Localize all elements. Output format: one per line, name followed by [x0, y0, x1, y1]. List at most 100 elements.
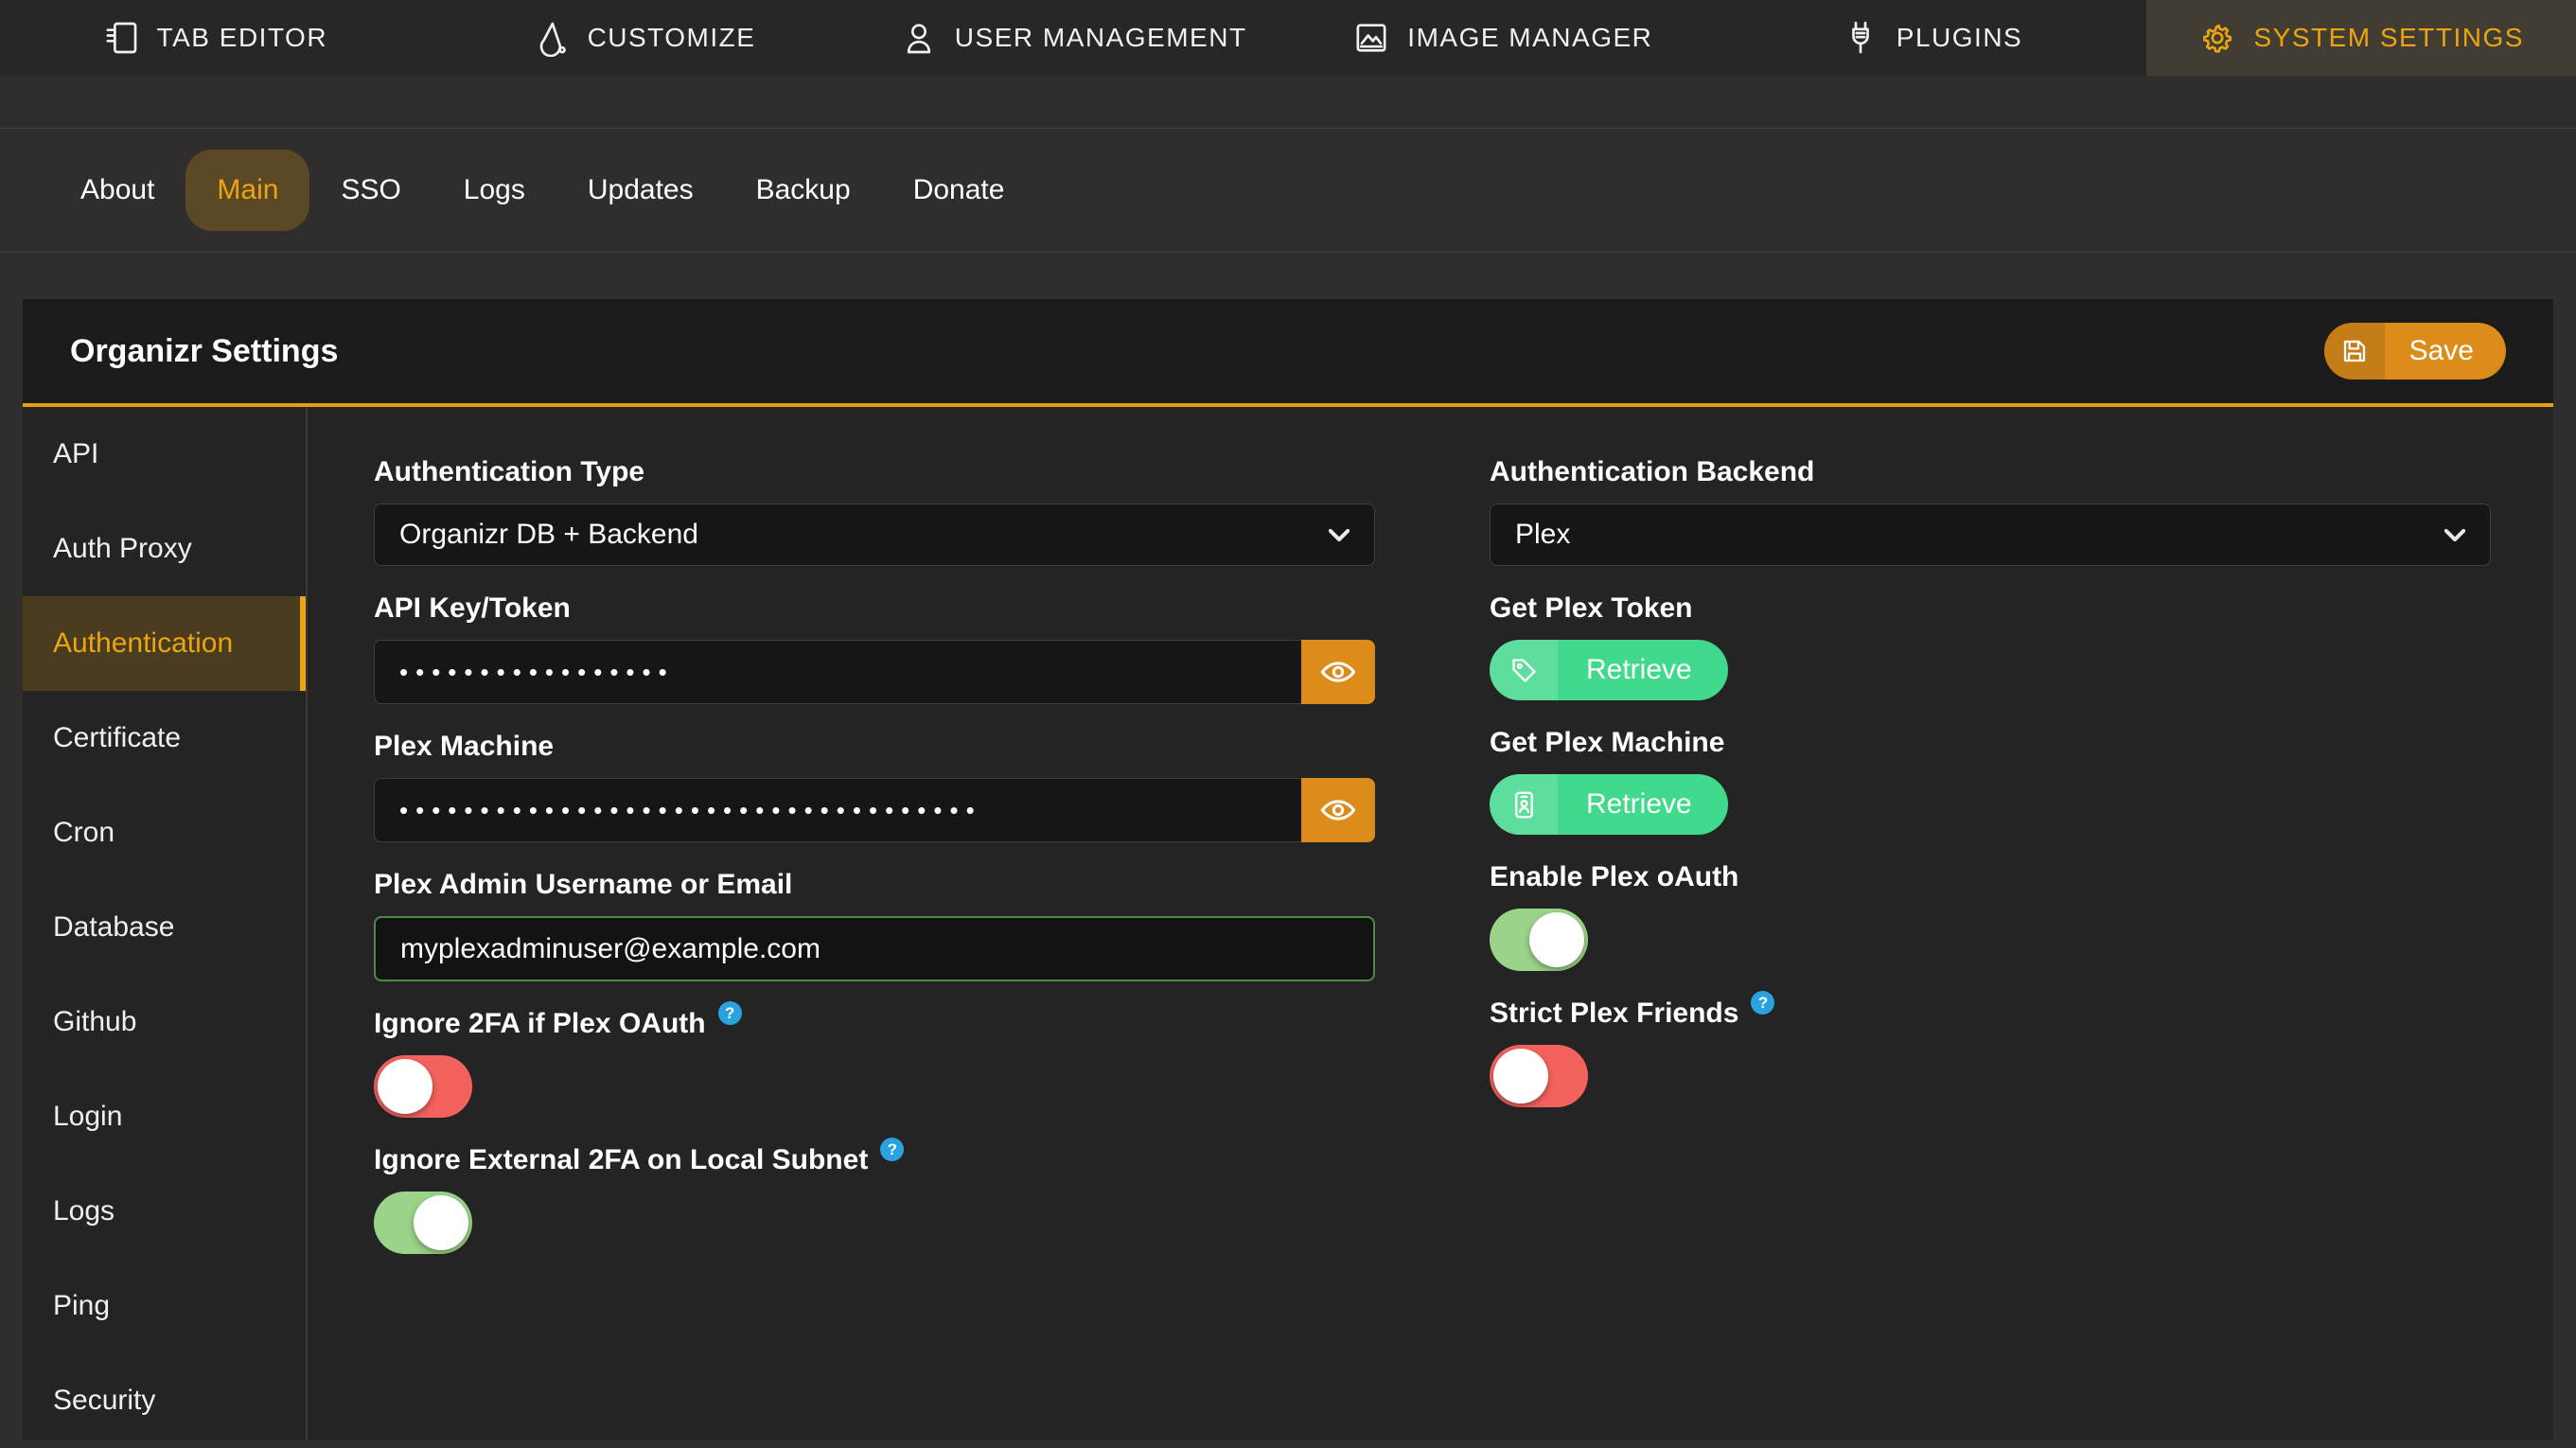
select-value: Organizr DB + Backend: [399, 519, 698, 551]
page-title: Organizr Settings: [70, 333, 338, 370]
subnav-updates[interactable]: Updates: [556, 150, 725, 231]
nav-tab-editor[interactable]: TAB EDITOR: [0, 0, 430, 76]
ignore-external-2fa-group: Ignore External 2FA on Local Subnet ?: [374, 1144, 1375, 1254]
plug-icon: [1842, 19, 1879, 57]
plex-machine-input[interactable]: [374, 778, 1301, 842]
label-text: Enable Plex oAuth: [1490, 861, 1738, 893]
sidebar-item-label: Cron: [53, 817, 115, 849]
strict-plex-friends-group: Strict Plex Friends ?: [1490, 998, 2491, 1107]
image-icon: [1352, 19, 1390, 57]
auth-backend-label: Authentication Backend: [1490, 456, 2491, 488]
save-button[interactable]: Save: [2324, 323, 2506, 380]
eye-icon: [1318, 652, 1358, 692]
nav-label: PLUGINS: [1897, 23, 2022, 53]
sidebar-item-login[interactable]: Login: [23, 1069, 306, 1164]
api-key-input[interactable]: [374, 640, 1301, 704]
auth-backend-group: Authentication Backend Plex: [1490, 456, 2491, 566]
plex-machine-row: [374, 778, 1375, 842]
label-text: Strict Plex Friends: [1490, 998, 1738, 1030]
sidebar-item-label: Auth Proxy: [53, 533, 192, 565]
enable-plex-oauth-toggle[interactable]: [1490, 909, 1588, 971]
subnav-about[interactable]: About: [49, 150, 185, 231]
auth-type-label: Authentication Type: [374, 456, 1375, 488]
select-value: Plex: [1515, 519, 1570, 551]
plex-machine-label: Plex Machine: [374, 731, 1375, 763]
sidebar-item-cron[interactable]: Cron: [23, 786, 306, 880]
help-icon[interactable]: ?: [1751, 991, 1774, 1015]
nav-image-manager[interactable]: IMAGE MANAGER: [1288, 0, 1718, 76]
label-text: Get Plex Token: [1490, 592, 1693, 625]
authentication-settings-form: Authentication Type Organizr DB + Backen…: [308, 407, 2553, 1440]
api-key-group: API Key/Token: [374, 592, 1375, 704]
enable-plex-oauth-label: Enable Plex oAuth: [1490, 861, 2491, 893]
ignore-2fa-oauth-label: Ignore 2FA if Plex OAuth ?: [374, 1008, 1375, 1040]
nav-plugins[interactable]: PLUGINS: [1718, 0, 2147, 76]
auth-type-select[interactable]: Organizr DB + Backend: [374, 503, 1375, 566]
ignore-external-2fa-label: Ignore External 2FA on Local Subnet ?: [374, 1144, 1375, 1176]
panel-header: Organizr Settings Save: [23, 299, 2553, 407]
sidebar-item-database[interactable]: Database: [23, 880, 306, 975]
sidebar-item-label: Database: [53, 911, 174, 944]
help-icon[interactable]: ?: [880, 1138, 904, 1161]
id-badge-icon: [1490, 774, 1558, 835]
get-plex-token-group: Get Plex Token Retrieve: [1490, 592, 2491, 700]
auth-backend-select[interactable]: Plex: [1490, 503, 2491, 566]
sidebar-item-label: Security: [53, 1385, 155, 1417]
retrieve-plex-token-button[interactable]: Retrieve: [1490, 640, 1728, 700]
subnav-label: Logs: [464, 174, 525, 206]
subnav-label: Main: [217, 174, 278, 206]
ignore-external-2fa-toggle[interactable]: [374, 1192, 472, 1254]
reveal-api-key-button[interactable]: [1301, 640, 1375, 704]
subnav-label: Donate: [913, 174, 1005, 206]
retrieve-button-label: Retrieve: [1558, 774, 1728, 835]
help-icon[interactable]: ?: [718, 1001, 742, 1025]
plex-admin-input[interactable]: [374, 916, 1375, 981]
nav-label: IMAGE MANAGER: [1407, 23, 1652, 53]
sidebar-item-github[interactable]: Github: [23, 975, 306, 1069]
sidebar-item-api[interactable]: API: [23, 407, 306, 502]
label-text: Get Plex Machine: [1490, 727, 1724, 759]
form-column-left: Authentication Type Organizr DB + Backen…: [374, 456, 1375, 1440]
sidebar-item-label: API: [53, 438, 98, 470]
sidebar-item-auth-proxy[interactable]: Auth Proxy: [23, 502, 306, 596]
label-text: Ignore 2FA if Plex OAuth: [374, 1008, 706, 1040]
nav-user-management[interactable]: USER MANAGEMENT: [858, 0, 1288, 76]
sidebar-item-security[interactable]: Security: [23, 1353, 306, 1448]
sidebar-item-certificate[interactable]: Certificate: [23, 691, 306, 786]
nav-system-settings[interactable]: SYSTEM SETTINGS: [2146, 0, 2576, 76]
api-key-label: API Key/Token: [374, 592, 1375, 625]
label-text: Ignore External 2FA on Local Subnet: [374, 1144, 868, 1176]
get-plex-machine-label: Get Plex Machine: [1490, 727, 2491, 759]
eye-icon: [1318, 790, 1358, 830]
enable-plex-oauth-group: Enable Plex oAuth: [1490, 861, 2491, 971]
nav-customize[interactable]: CUSTOMIZE: [430, 0, 859, 76]
subnav-main[interactable]: Main: [185, 150, 309, 231]
sidebar-item-ping[interactable]: Ping: [23, 1259, 306, 1353]
sidebar-item-logs[interactable]: Logs: [23, 1164, 306, 1259]
label-text: Plex Admin Username or Email: [374, 869, 792, 901]
toggle-knob: [378, 1059, 432, 1114]
subnav-sso[interactable]: SSO: [309, 150, 432, 231]
nav-label: USER MANAGEMENT: [955, 23, 1247, 53]
tag-icon: [1490, 640, 1558, 700]
form-column-right: Authentication Backend Plex Get Plex Tok…: [1490, 456, 2491, 1440]
retrieve-plex-machine-button[interactable]: Retrieve: [1490, 774, 1728, 835]
sidebar-item-label: Authentication: [53, 627, 233, 660]
top-navigation: TAB EDITOR CUSTOMIZE USER MANAGEMENT IMA…: [0, 0, 2576, 76]
label-text: API Key/Token: [374, 592, 571, 625]
plex-machine-group: Plex Machine: [374, 731, 1375, 842]
subnav-backup[interactable]: Backup: [725, 150, 882, 231]
sidebar-item-label: Certificate: [53, 722, 181, 754]
subnav-donate[interactable]: Donate: [882, 150, 1036, 231]
strict-plex-friends-toggle[interactable]: [1490, 1045, 1588, 1107]
sidebar-item-authentication[interactable]: Authentication: [23, 596, 306, 691]
ignore-2fa-oauth-toggle[interactable]: [374, 1055, 472, 1118]
toggle-knob: [1493, 1049, 1548, 1104]
strict-plex-friends-label: Strict Plex Friends ?: [1490, 998, 2491, 1030]
subnav-logs[interactable]: Logs: [432, 150, 556, 231]
get-plex-token-label: Get Plex Token: [1490, 592, 2491, 625]
ignore-2fa-oauth-group: Ignore 2FA if Plex OAuth ?: [374, 1008, 1375, 1118]
settings-sidebar: API Auth Proxy Authentication Certificat…: [23, 407, 308, 1440]
reveal-plex-machine-button[interactable]: [1301, 778, 1375, 842]
label-text: Authentication Backend: [1490, 456, 1814, 488]
